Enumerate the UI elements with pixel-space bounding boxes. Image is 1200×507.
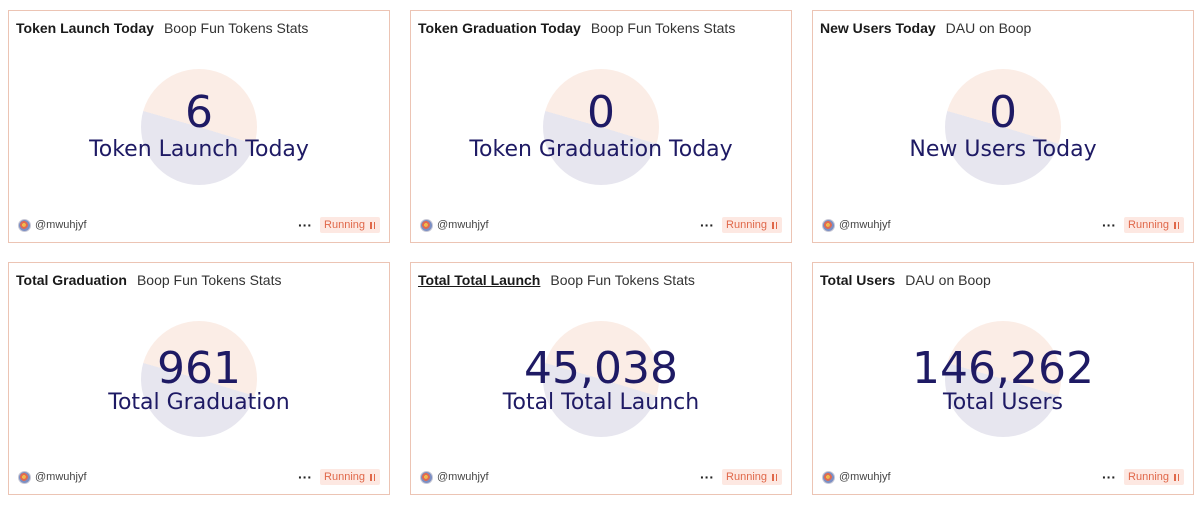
card-subtitle: Boop Fun Tokens Stats <box>550 272 695 288</box>
counter-label: Total Graduation <box>108 390 290 415</box>
card-subtitle: DAU on Boop <box>945 20 1032 36</box>
counter-visualization: 146,262 Total Users <box>813 299 1193 459</box>
card-header: Token Launch Today Boop Fun Tokens Stats <box>16 20 308 36</box>
card-footer: @mwuhjyf ··· Running <box>420 217 782 233</box>
counter-value: 0 <box>587 87 615 138</box>
more-options-button[interactable]: ··· <box>700 218 714 232</box>
counter-visualization: 45,038 Total Total Launch <box>411 299 791 459</box>
author-name[interactable]: @mwuhjyf <box>839 219 891 231</box>
counter-label: Total Total Launch <box>502 390 700 415</box>
card-title[interactable]: Total Users <box>820 272 895 288</box>
status-text: Running <box>324 471 365 483</box>
pause-icon <box>772 221 777 229</box>
card-title[interactable]: Token Launch Today <box>16 20 154 36</box>
counter-visualization: 6 Token Launch Today <box>9 47 389 207</box>
author-name[interactable]: @mwuhjyf <box>839 471 891 483</box>
running-status-badge[interactable]: Running <box>722 469 782 485</box>
card-title[interactable]: Total Total Launch <box>418 272 540 288</box>
counter-label: Token Graduation Today <box>469 137 733 162</box>
counter-visualization: 961 Total Graduation <box>9 299 389 459</box>
card-header: Total Users DAU on Boop <box>820 272 991 288</box>
widget-card-new-users-today: New Users Today DAU on Boop 0 New Users … <box>812 10 1194 243</box>
user-avatar-icon[interactable] <box>18 218 31 232</box>
pause-icon <box>772 473 777 481</box>
card-title[interactable]: Token Graduation Today <box>418 20 581 36</box>
pause-icon <box>1174 221 1179 229</box>
card-header: Token Graduation Today Boop Fun Tokens S… <box>418 20 735 36</box>
counter-label: Total Users <box>943 390 1063 415</box>
card-title[interactable]: Total Graduation <box>16 272 127 288</box>
counter-visualization: 0 New Users Today <box>813 47 1193 207</box>
author-name[interactable]: @mwuhjyf <box>35 471 87 483</box>
card-subtitle: Boop Fun Tokens Stats <box>163 20 309 36</box>
card-subtitle: Boop Fun Tokens Stats <box>590 20 736 36</box>
counter-value: 6 <box>185 87 213 138</box>
counter-label: New Users Today <box>909 137 1097 162</box>
status-text: Running <box>324 219 365 231</box>
widget-card-total-graduation: Total Graduation Boop Fun Tokens Stats 9… <box>8 262 390 495</box>
card-footer: @mwuhjyf ··· Running <box>18 469 380 485</box>
card-header: Total Total Launch Boop Fun Tokens Stats <box>418 272 695 288</box>
card-header: Total Graduation Boop Fun Tokens Stats <box>16 272 281 288</box>
counter-value: 146,262 <box>912 343 1094 394</box>
counter-label: Token Launch Today <box>89 137 309 162</box>
status-text: Running <box>726 219 767 231</box>
card-footer: @mwuhjyf ··· Running <box>420 469 782 485</box>
more-options-button[interactable]: ··· <box>298 218 312 232</box>
counter-value: 961 <box>157 343 241 394</box>
more-options-button[interactable]: ··· <box>298 470 312 484</box>
counter-value: 45,038 <box>524 343 678 394</box>
pause-icon <box>370 221 375 229</box>
more-options-button[interactable]: ··· <box>1102 218 1116 232</box>
status-text: Running <box>1128 219 1169 231</box>
status-text: Running <box>1128 471 1169 483</box>
user-avatar-icon[interactable] <box>18 470 31 484</box>
author-name[interactable]: @mwuhjyf <box>437 471 489 483</box>
user-avatar-icon[interactable] <box>822 218 835 232</box>
card-title[interactable]: New Users Today <box>820 20 936 36</box>
user-avatar-icon[interactable] <box>420 470 433 484</box>
running-status-badge[interactable]: Running <box>1124 217 1184 233</box>
widget-card-total-users: Total Users DAU on Boop 146,262 Total Us… <box>812 262 1194 495</box>
card-footer: @mwuhjyf ··· Running <box>822 217 1184 233</box>
author-name[interactable]: @mwuhjyf <box>35 219 87 231</box>
more-options-button[interactable]: ··· <box>700 470 714 484</box>
card-subtitle: DAU on Boop <box>905 272 991 288</box>
card-footer: @mwuhjyf ··· Running <box>822 469 1184 485</box>
card-header: New Users Today DAU on Boop <box>820 20 1031 36</box>
user-avatar-icon[interactable] <box>822 470 835 484</box>
more-options-button[interactable]: ··· <box>1102 470 1116 484</box>
running-status-badge[interactable]: Running <box>320 469 380 485</box>
running-status-badge[interactable]: Running <box>1124 469 1184 485</box>
card-subtitle: Boop Fun Tokens Stats <box>136 272 282 288</box>
running-status-badge[interactable]: Running <box>320 217 380 233</box>
widget-card-total-total-launch: Total Total Launch Boop Fun Tokens Stats… <box>410 262 792 495</box>
status-text: Running <box>726 471 767 483</box>
counter-visualization: 0 Token Graduation Today <box>411 47 791 207</box>
pause-icon <box>370 473 375 481</box>
running-status-badge[interactable]: Running <box>722 217 782 233</box>
card-footer: @mwuhjyf ··· Running <box>18 217 380 233</box>
widget-card-token-launch-today: Token Launch Today Boop Fun Tokens Stats… <box>8 10 390 243</box>
widget-card-token-graduation-today: Token Graduation Today Boop Fun Tokens S… <box>410 10 792 243</box>
user-avatar-icon[interactable] <box>420 218 433 232</box>
counter-value: 0 <box>989 87 1017 138</box>
author-name[interactable]: @mwuhjyf <box>437 219 489 231</box>
pause-icon <box>1174 473 1179 481</box>
